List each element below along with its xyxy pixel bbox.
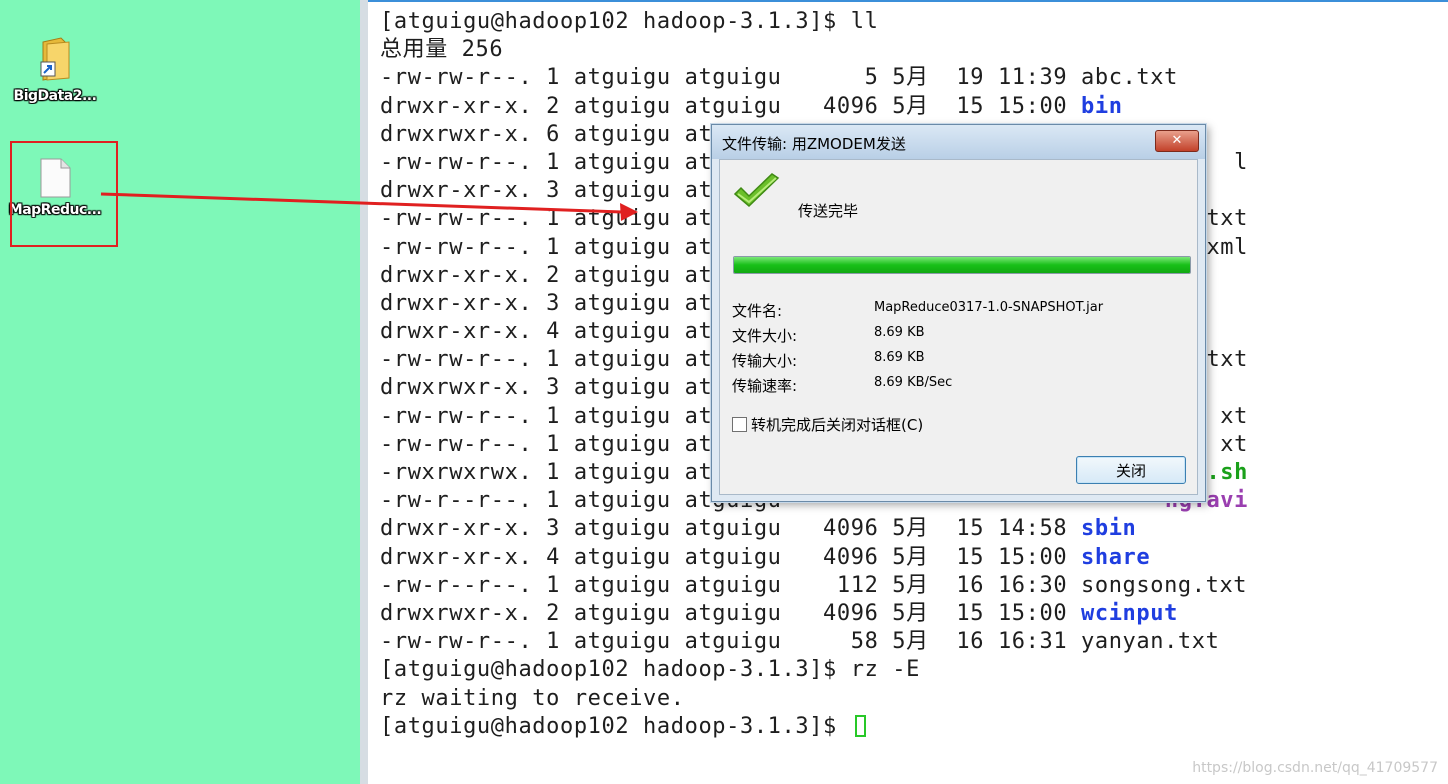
terminal-dir-name: wcinput bbox=[1081, 600, 1178, 626]
terminal-dir-name: sbin bbox=[1081, 516, 1137, 542]
terminal-dir-name: share bbox=[1081, 544, 1151, 570]
terminal-line-text: drwxr-xr-x. 4 atguigu atguigu 4096 5月 15… bbox=[380, 544, 1082, 570]
file-size-label: 文件大小: bbox=[732, 327, 798, 345]
file-size-value: 8.69 KB bbox=[874, 325, 925, 340]
terminal-line-tail: .sh bbox=[1206, 460, 1248, 485]
checkmark-icon bbox=[733, 173, 780, 208]
autoclose-label: 转机完成后关闭对话框(C) bbox=[751, 416, 924, 434]
terminal-line-text: drwxr-xr-x. 3 atguigu atguigu 4096 5月 15… bbox=[380, 516, 1082, 542]
autoclose-option[interactable]: 转机完成后关闭对话框(C) bbox=[732, 414, 923, 435]
terminal-line-tail: xt bbox=[1220, 431, 1248, 457]
annotation-highlight-box bbox=[10, 141, 118, 247]
file-name-label: 文件名: bbox=[732, 302, 783, 320]
terminal-line: rz waiting to receive. bbox=[380, 685, 1248, 713]
terminal-line: drwxr-xr-x. 2 atguigu atguigu 4096 5月 15… bbox=[380, 93, 1248, 121]
transfer-rate-value: 8.69 KB/Sec bbox=[874, 375, 953, 390]
terminal-line-tail: xt bbox=[1220, 403, 1248, 429]
terminal-line: drwxr-xr-x. 4 atguigu atguigu 4096 5月 15… bbox=[380, 544, 1248, 572]
autoclose-checkbox[interactable] bbox=[732, 417, 747, 432]
dialog-title: 文件传输: 用ZMODEM发送 bbox=[722, 135, 906, 153]
zmodem-transfer-dialog: 文件传输: 用ZMODEM发送 ✕ 传送完毕 文件名: MapReduce031… bbox=[711, 124, 1206, 502]
terminal-line: [atguigu@hadoop102 hadoop-3.1.3]$ ll bbox=[380, 8, 1248, 36]
transfer-size-value: 8.69 KB bbox=[874, 350, 925, 365]
terminal-line-tail: xml bbox=[1206, 234, 1248, 260]
dialog-titlebar[interactable]: 文件传输: 用ZMODEM发送 ✕ bbox=[712, 125, 1205, 159]
folder-shortcut-icon bbox=[40, 37, 70, 81]
terminal-line: [atguigu@hadoop102 hadoop-3.1.3]$ rz -E bbox=[380, 656, 1248, 684]
terminal-line: -rw-rw-r--. 1 atguigu atguigu 58 5月 16 1… bbox=[380, 628, 1248, 656]
desktop: BigData2... MapReduc... bbox=[0, 0, 360, 784]
terminal-line-text: -rw-r--r--. 1 atguigu atguigu 112 5月 16 … bbox=[380, 572, 1248, 598]
terminal-line: drwxr-xr-x. 3 atguigu atguigu 4096 5月 15… bbox=[380, 515, 1248, 543]
transfer-size-label: 传输大小: bbox=[732, 352, 798, 370]
terminal-line-tail: l bbox=[1234, 149, 1248, 175]
terminal-line-text: -rw-rw-r--. 1 atguigu atguigu 5 5月 19 11… bbox=[380, 65, 1178, 91]
terminal-line: [atguigu@hadoop102 hadoop-3.1.3]$ bbox=[380, 713, 1248, 741]
terminal-line-tail: txt bbox=[1206, 347, 1248, 373]
terminal-line-text: [atguigu@hadoop102 hadoop-3.1.3]$ ll bbox=[380, 9, 879, 34]
transfer-status: 传送完毕 bbox=[798, 202, 859, 220]
desktop-icon-label: BigData2... bbox=[13, 88, 97, 104]
terminal-line: 总用量 256 bbox=[380, 36, 1248, 64]
file-name-value: MapReduce0317-1.0-SNAPSHOT.jar bbox=[874, 300, 1104, 315]
terminal-line-text: [atguigu@hadoop102 hadoop-3.1.3]$ bbox=[380, 713, 851, 739]
terminal-line: drwxrwxr-x. 2 atguigu atguigu 4096 5月 15… bbox=[380, 600, 1248, 628]
close-icon[interactable]: ✕ bbox=[1155, 130, 1199, 152]
transfer-progress-bar bbox=[733, 256, 1191, 274]
terminal-cursor bbox=[854, 714, 866, 737]
terminal-line-text: 总用量 256 bbox=[380, 37, 504, 63]
terminal-dir-name: bin bbox=[1081, 93, 1123, 119]
terminal-line: -rw-rw-r--. 1 atguigu atguigu 5 5月 19 11… bbox=[380, 64, 1248, 92]
transfer-rate-label: 传输速率: bbox=[732, 377, 798, 395]
terminal-line-text: rz waiting to receive. bbox=[380, 685, 685, 711]
terminal-line-text: -rw-rw-r--. 1 atguigu atguigu 58 5月 16 1… bbox=[380, 629, 1220, 655]
terminal-line: -rw-r--r--. 1 atguigu atguigu 112 5月 16 … bbox=[380, 572, 1248, 600]
dialog-body: 传送完毕 文件名: MapReduce0317-1.0-SNAPSHOT.jar… bbox=[719, 159, 1198, 495]
window-divider bbox=[360, 0, 368, 784]
desktop-icon-bigdata[interactable]: BigData2... bbox=[0, 36, 110, 104]
terminal-line-text: [atguigu@hadoop102 hadoop-3.1.3]$ rz -E bbox=[380, 657, 920, 683]
terminal-line-text: drwxrwxr-x. 2 atguigu atguigu 4096 5月 15… bbox=[380, 600, 1082, 626]
watermark: https://blog.csdn.net/qq_41709577 bbox=[1192, 760, 1438, 776]
terminal-line-text: drwxr-xr-x. 2 atguigu atguigu 4096 5月 15… bbox=[380, 93, 1082, 119]
close-button[interactable]: 关闭 bbox=[1076, 456, 1186, 484]
progress-fill bbox=[734, 257, 1190, 273]
